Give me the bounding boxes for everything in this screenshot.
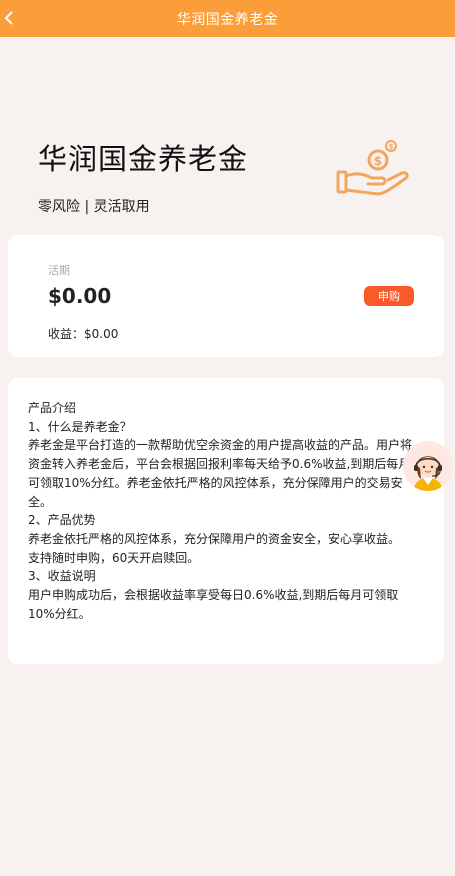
earnings-label: 收益：: [48, 327, 85, 341]
page-title: 华润国金养老金: [176, 11, 279, 28]
product-info-text: 产品介绍 1、什么是养老金？ 养老金是平台打造的一款帮助优空余资金的用户提高收益…: [28, 399, 420, 623]
earnings-value: $0.00: [84, 327, 119, 341]
customer-service-button[interactable]: [403, 441, 453, 491]
hero-subtitle: 零风险 | 灵活取用: [38, 199, 150, 215]
hero-title: 华润国金养老金: [38, 142, 249, 176]
subscribe-button[interactable]: 申购: [364, 286, 414, 306]
info-section-title: 3、收益说明: [28, 569, 96, 584]
info-paragraph: 支持随时申购，60天开启赎回。: [28, 550, 200, 565]
svg-text:$: $: [389, 143, 394, 151]
customer-service-icon: [413, 456, 443, 491]
balance-amount: $0.00: [48, 284, 112, 308]
account-type-label: 活期: [48, 264, 70, 277]
product-info-card: 产品介绍 1、什么是养老金？ 养老金是平台打造的一款帮助优空余资金的用户提高收益…: [8, 378, 444, 664]
svg-text:$: $: [374, 154, 382, 168]
info-section-title: 2、产品优势: [28, 513, 96, 528]
info-paragraph: 养老金依托严格的风控体系，充分保障用户的资金安全，安心享收益。: [28, 531, 401, 546]
back-chevron-icon[interactable]: [2, 8, 20, 28]
top-bar: 华润国金养老金: [0, 0, 455, 37]
info-paragraph: 用户申购成功后，会根据收益率享受每日0.6%收益,到期后每月可领取10%分红。: [28, 588, 399, 621]
balance-card: 活期 $0.00 申购 收益：$0.00: [8, 235, 444, 357]
earnings-row: 收益：$0.00: [48, 325, 118, 342]
info-heading: 产品介绍: [28, 401, 77, 415]
hand-coin-icon: $ $: [336, 140, 409, 196]
info-section-title: 1、什么是养老金？: [28, 419, 132, 434]
info-paragraph: 养老金是平台打造的一款帮助优空余资金的用户提高收益的产品。用户将资金转入养老金后…: [28, 438, 413, 509]
